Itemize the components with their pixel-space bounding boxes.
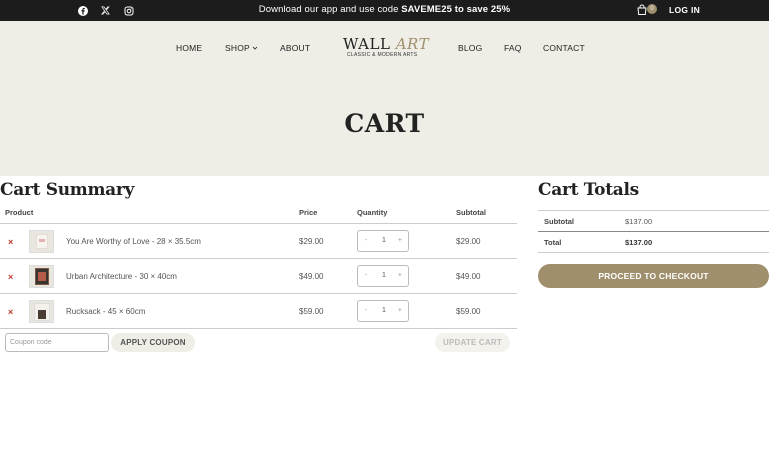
product-price: $29.00	[299, 237, 324, 246]
remove-item-button[interactable]: ×	[8, 237, 13, 247]
totals-divider	[538, 231, 769, 232]
product-price: $59.00	[299, 307, 324, 316]
table-row: × Rucksack - 45 × 60cm $59.00 1 - + $59.…	[0, 294, 517, 329]
quantity-stepper[interactable]: 1 - +	[357, 265, 409, 287]
site-logo[interactable]: WALL ART CLASSIC & MODERN ARTS	[343, 35, 433, 58]
product-name[interactable]: Urban Architecture - 30 × 40cm	[66, 272, 177, 281]
promo-suffix: to save 25%	[452, 4, 511, 15]
quantity-increase-button[interactable]: +	[398, 307, 402, 314]
proceed-to-checkout-button[interactable]: PROCEED TO CHECKOUT	[538, 264, 769, 288]
nav-shop[interactable]: SHOP	[225, 43, 258, 53]
coupon-code-input[interactable]	[5, 333, 109, 352]
logo-word-art: ART	[395, 35, 430, 53]
remove-item-button[interactable]: ×	[8, 272, 13, 282]
column-header-product: Product	[5, 208, 34, 217]
nav-faq[interactable]: FAQ	[504, 43, 522, 53]
product-thumbnail[interactable]	[29, 265, 54, 288]
promo-code: SAVEME25	[401, 4, 452, 15]
quantity-decrease-button[interactable]: -	[365, 237, 367, 244]
product-thumbnail[interactable]	[29, 300, 54, 323]
quantity-increase-button[interactable]: +	[398, 237, 402, 244]
quantity-stepper[interactable]: 1 - +	[357, 300, 409, 322]
cart-totals-title: Cart Totals	[538, 180, 639, 200]
totals-subtotal-value: $137.00	[625, 217, 653, 226]
nav-about[interactable]: ABOUT	[280, 43, 310, 53]
product-name[interactable]: You Are Worthy of Love - 28 × 35.5cm	[66, 237, 201, 246]
page-header: HOME SHOP ABOUT WALL ART CLASSIC & MODER…	[0, 21, 769, 176]
column-header-price: Price	[299, 208, 318, 217]
totals-divider	[538, 210, 769, 211]
logo-word-wall: WALL	[343, 35, 391, 53]
nav-contact[interactable]: CONTACT	[543, 43, 585, 53]
remove-item-button[interactable]: ×	[8, 307, 13, 317]
nav-shop-label: SHOP	[225, 43, 250, 53]
login-link[interactable]: LOG IN	[669, 5, 700, 15]
promo-prefix: Download our app and use code	[258, 4, 402, 15]
quantity-decrease-button[interactable]: -	[365, 307, 367, 314]
column-header-quantity: Quantity	[357, 208, 388, 217]
product-subtotal: $29.00	[456, 237, 481, 246]
top-bar: Download our app and use code SAVEME25 t…	[0, 0, 769, 21]
product-subtotal: $59.00	[456, 307, 481, 316]
totals-total-value: $137.00	[625, 238, 653, 247]
table-row: × You Are Worthy of Love - 28 × 35.5cm $…	[0, 224, 517, 259]
table-row: × Urban Architecture - 30 × 40cm $49.00 …	[0, 259, 517, 294]
column-header-subtotal: Subtotal	[456, 208, 486, 217]
page-title: CART	[344, 109, 425, 138]
cart-count-badge: 0	[647, 4, 657, 14]
apply-coupon-button[interactable]: APPLY COUPON	[111, 333, 195, 352]
totals-total-label: Total	[544, 238, 562, 247]
nav-blog[interactable]: BLOG	[458, 43, 482, 53]
totals-divider	[538, 252, 769, 253]
product-subtotal: $49.00	[456, 272, 481, 281]
product-name[interactable]: Rucksack - 45 × 60cm	[66, 307, 145, 316]
table-divider	[0, 328, 517, 329]
product-price: $49.00	[299, 272, 324, 281]
quantity-stepper[interactable]: 1 - +	[357, 230, 409, 252]
quantity-decrease-button[interactable]: -	[365, 272, 367, 279]
update-cart-button[interactable]: UPDATE CART	[435, 333, 510, 352]
header-cart-button[interactable]: 0	[636, 3, 658, 17]
chevron-down-icon	[252, 43, 258, 53]
product-thumbnail[interactable]	[29, 230, 54, 253]
quantity-increase-button[interactable]: +	[398, 272, 402, 279]
cart-summary-title: Cart Summary	[0, 180, 135, 200]
totals-subtotal-label: Subtotal	[544, 217, 574, 226]
nav-home[interactable]: HOME	[176, 43, 202, 53]
